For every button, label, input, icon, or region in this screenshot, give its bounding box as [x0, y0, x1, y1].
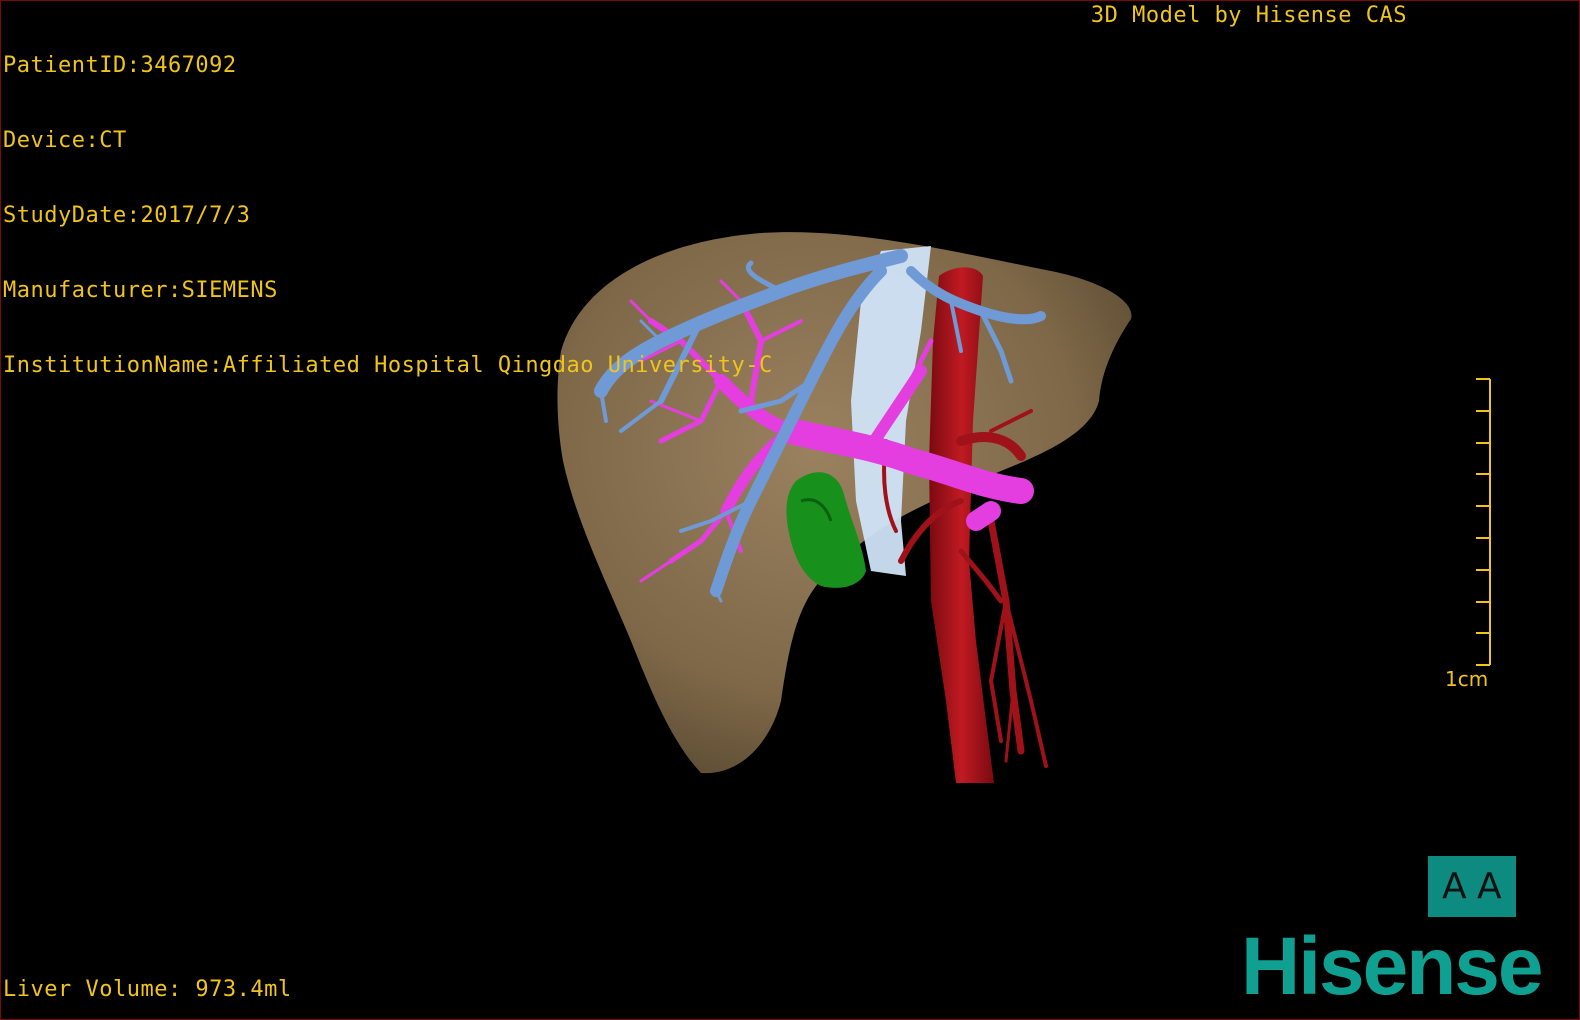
manufacturer: Manufacturer:SIEMENS: [3, 278, 278, 303]
liver-volume: Liver Volume: 973.4ml: [3, 977, 292, 1002]
orientation-glyph-mirrored: A: [1442, 865, 1467, 907]
patient-id: PatientID:3467092: [3, 53, 237, 78]
hisense-logo: Hisense: [1241, 921, 1544, 1012]
scale-label: 1cm: [1445, 667, 1489, 691]
study-date: StudyDate:2017/7/3: [3, 203, 251, 228]
orientation-glyph: A: [1477, 865, 1502, 907]
scale-bar: [1476, 378, 1491, 666]
institution-name: InstitutionName:Affiliated Hospital Qing…: [3, 353, 773, 378]
dicom-info-overlay: PatientID:3467092 Device:CT StudyDate:20…: [3, 3, 773, 428]
render-viewport[interactable]: PatientID:3467092 Device:CT StudyDate:20…: [0, 0, 1580, 1020]
device: Device:CT: [3, 128, 127, 153]
orientation-indicator-button[interactable]: A A: [1428, 856, 1516, 917]
model-title: 3D Model by Hisense CAS: [1090, 3, 1407, 28]
